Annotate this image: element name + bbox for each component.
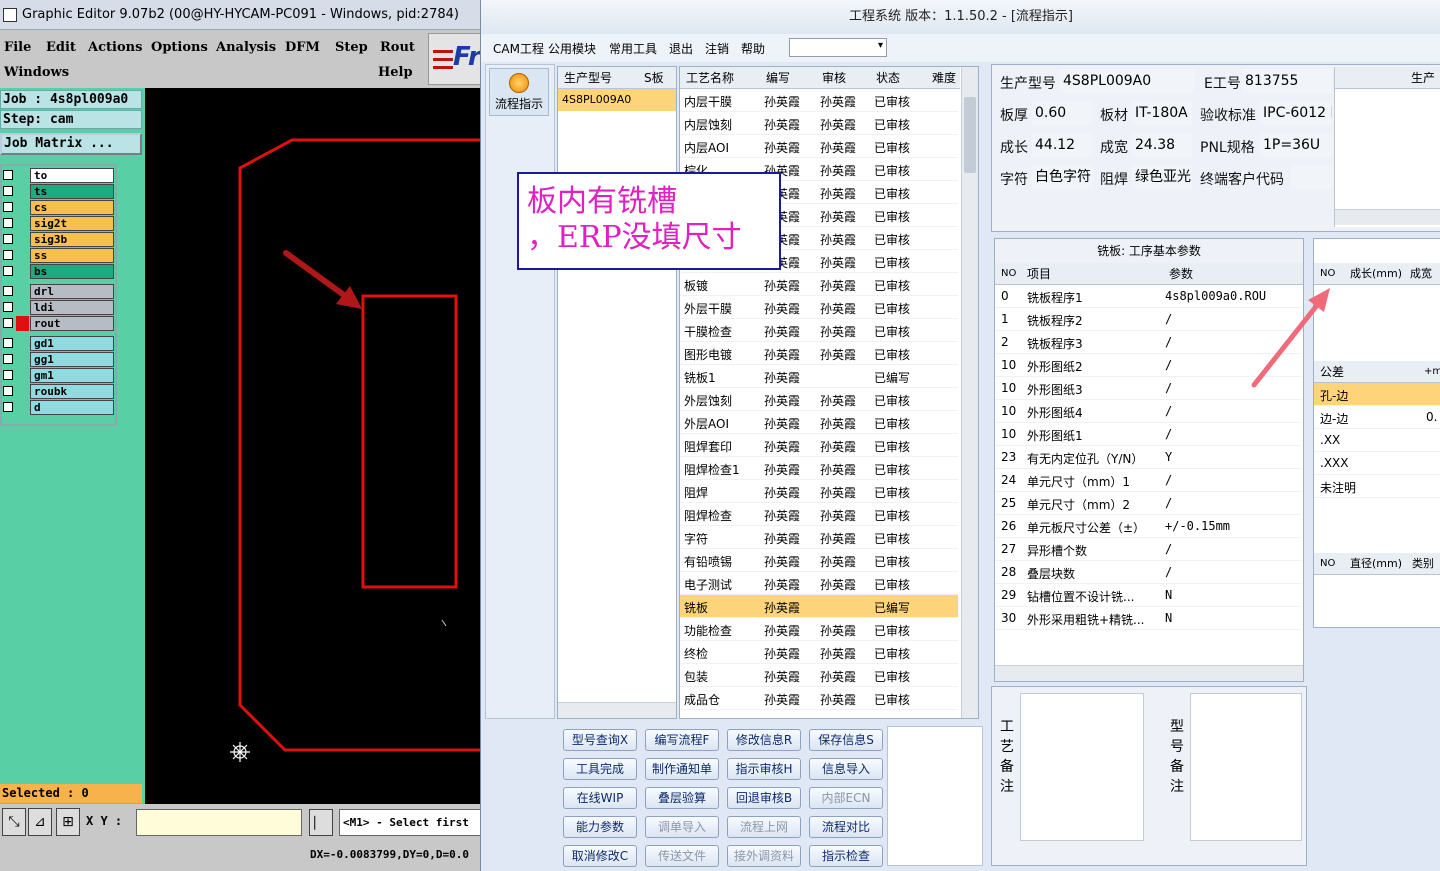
pink-arrow-head [1308, 288, 1330, 312]
red-arrow-shaft [283, 250, 351, 301]
pink-arrow-shaft [1251, 301, 1321, 388]
annotation-line-2: ，ERP没填尺寸 [527, 220, 742, 255]
annotation-line-1: 板内有铣槽 [527, 184, 677, 219]
annotation-note: 板内有铣槽 ，ERP没填尺寸 [517, 172, 781, 270]
annotation-arrows [283, 250, 1330, 388]
